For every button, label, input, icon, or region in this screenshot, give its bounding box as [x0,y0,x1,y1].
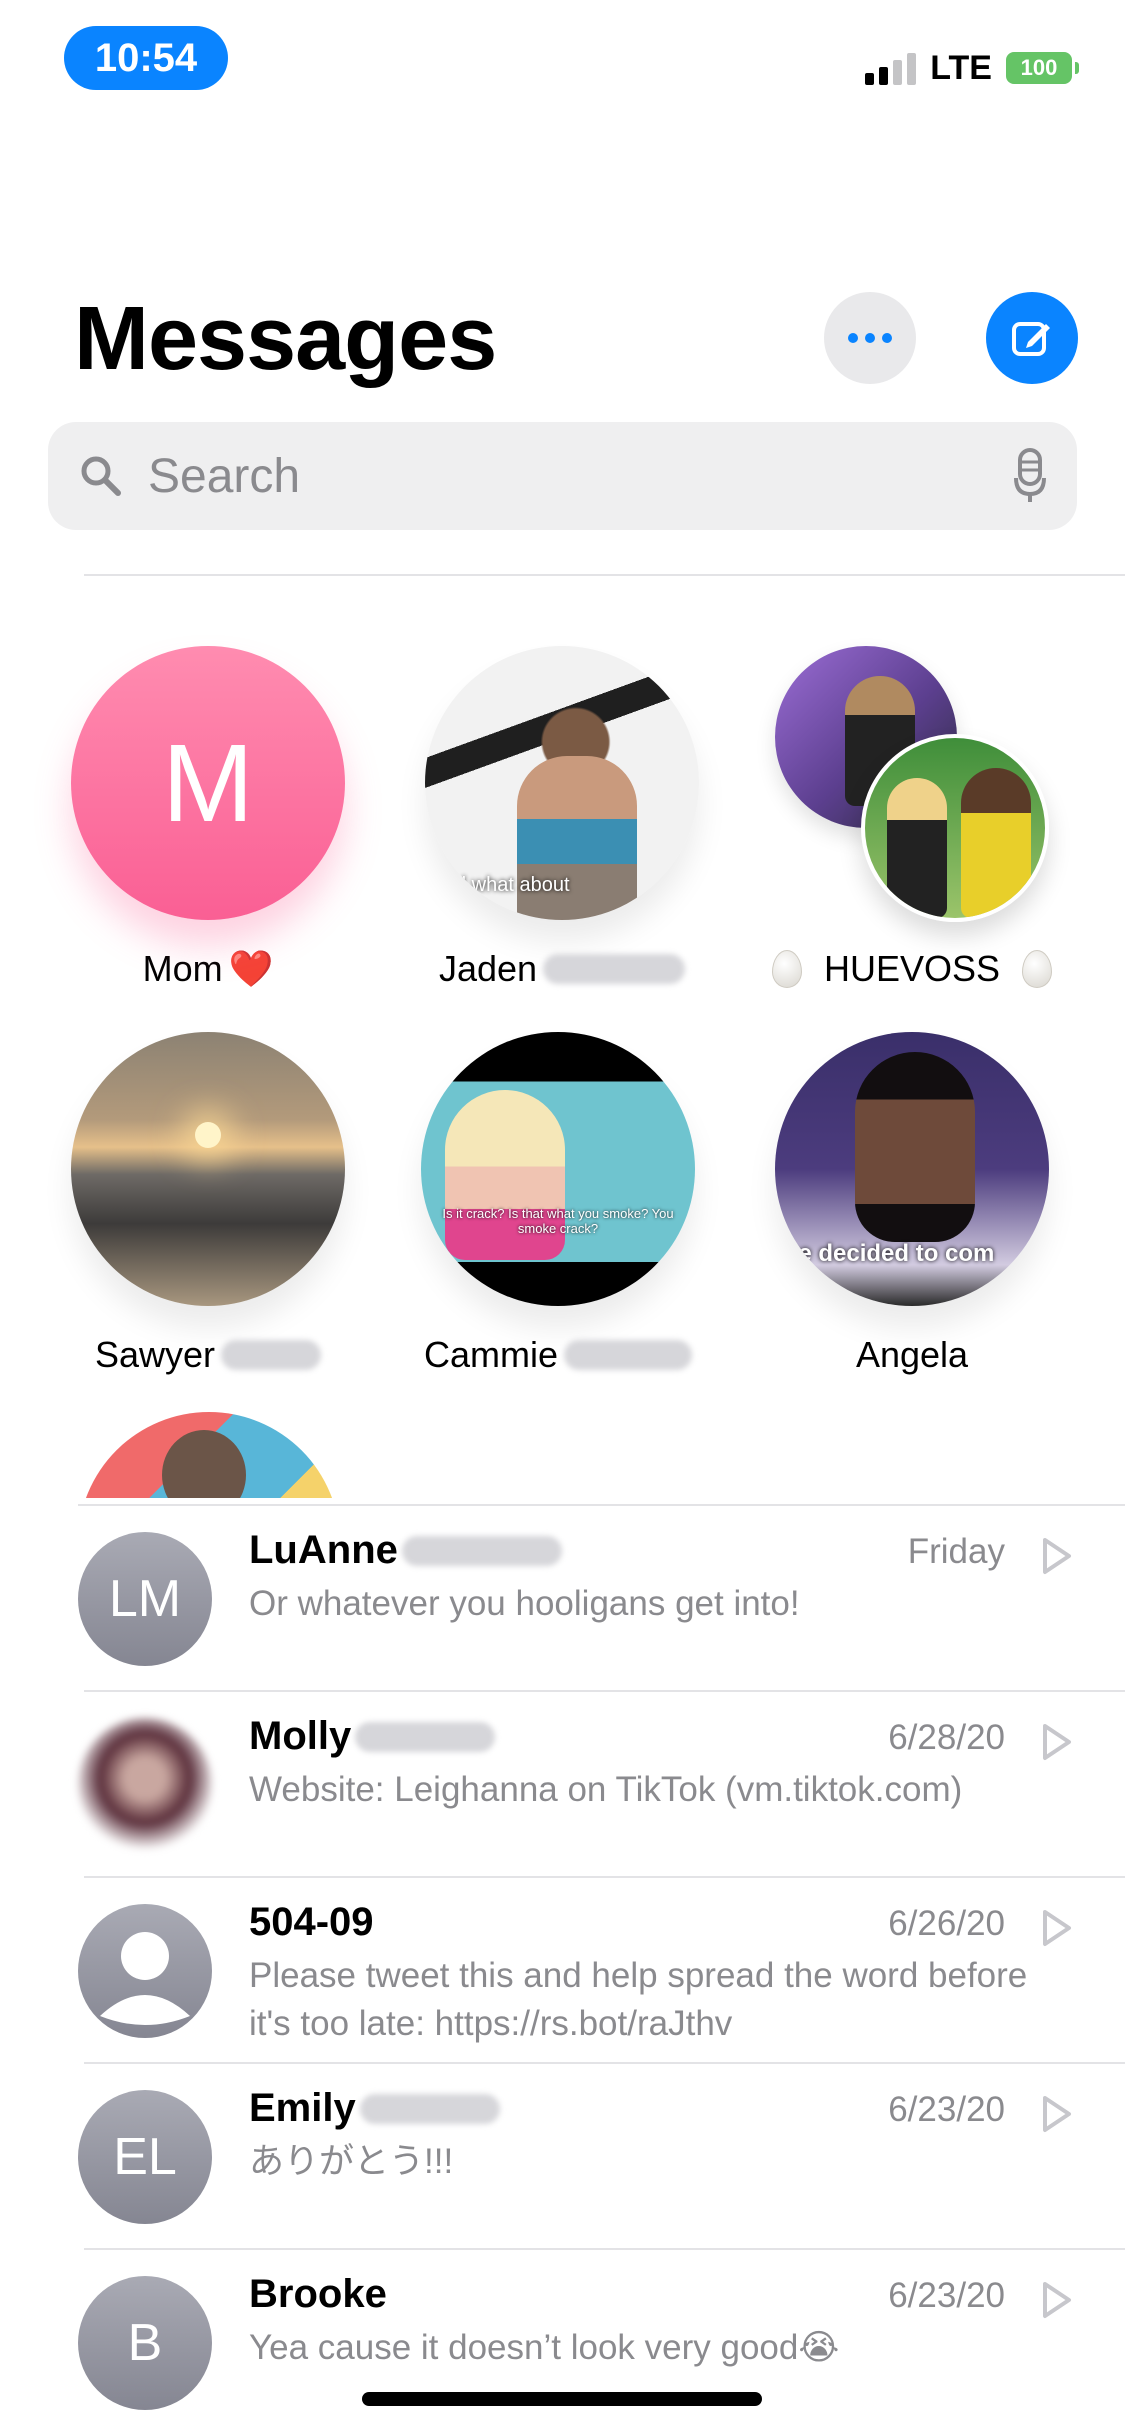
message-preview: Or whatever you hooligans get into! [249,1584,800,1623]
message-date: Friday [907,1532,1005,1571]
compose-button[interactable] [986,292,1078,384]
battery-level: 100 [1006,52,1072,84]
conversation-row-brooke[interactable]: B Brooke Yea cause it doesn’t look very … [0,2250,1125,2436]
message-preview: Website: Leighanna on TikTok (vm.tiktok.… [249,1770,963,1809]
avatar-caption: d what about [455,874,570,896]
status-indicators: LTE 100 [865,46,1079,90]
pinned-conversation-sawyer[interactable]: Sawyer [38,1032,378,1376]
chevron-right-icon [1043,1910,1071,1946]
message-preview: Please tweet this and help spread the wo… [249,1956,1028,2043]
ellipsis-icon [848,333,858,343]
avatar: EL [78,2090,212,2224]
network-label: LTE [930,48,992,87]
message-preview: Yea cause it doesn’t look very good😭 [249,2328,840,2367]
egg-emoji [771,950,802,988]
header-divider [84,574,1125,576]
redacted-surname [359,2093,500,2124]
sender-name: Molly [249,1714,352,1758]
pinned-name: Cammie [423,1334,558,1375]
signal-icon [865,51,917,85]
chevron-right-icon [1043,2282,1071,2318]
avatar [71,1032,345,1306]
conversation-row-molly[interactable]: Molly Website: Leighanna on TikTok (vm.t… [0,1692,1125,1878]
conversation-row-luanne[interactable]: LM LuAnne Or whatever you hooligans get … [0,1506,1125,1692]
pinned-conversation-partial[interactable] [78,1412,340,1498]
redacted-surname [401,1535,562,1566]
avatar-caption: ve decided to com [785,1240,995,1267]
pinned-conversation-cammie[interactable]: Is it crack? Is that what you smoke? You… [388,1032,728,1376]
group-avatar [775,646,1049,922]
avatar: Is it crack? Is that what you smoke? You… [421,1032,695,1306]
message-preview: ありがとう!!! [249,2142,454,2181]
pinned-name: Angela [855,1334,969,1375]
sender-name: LuAnne [249,1528,398,1572]
redacted-surname [564,1340,692,1370]
sender-name: 504-09 [249,1900,374,1944]
avatar: ve decided to com [775,1032,1049,1306]
pinned-conversation-angela[interactable]: ve decided to com Angela [742,1032,1082,1376]
redacted-surname [543,954,686,984]
avatar: M [71,646,345,920]
sender-name: Emily [249,2086,356,2130]
message-date: 6/26/20 [888,1904,1005,1943]
page-title: Messages [74,289,497,389]
pinned-name: HUEVOSS [823,948,1001,989]
person-icon [100,1932,190,2025]
chevron-right-icon [1043,1538,1071,1574]
message-date: 6/23/20 [888,2276,1005,2315]
pinned-name: Mom [142,948,223,989]
conversation-row-504-09[interactable]: 504-09 Please tweet this and help spread… [0,1878,1125,2064]
redacted-surname [221,1340,322,1370]
pinned-name: Sawyer [94,1334,216,1375]
egg-emoji [1022,950,1053,988]
search-placeholder: Search [148,449,301,503]
pinned-conversation-mom[interactable]: M Mom ❤️ [38,646,378,990]
chevron-right-icon [1043,1724,1071,1760]
home-indicator[interactable] [362,2392,762,2406]
compose-icon [1012,322,1050,356]
battery-icon: 100 [1006,52,1079,84]
pinned-conversation-huevoss[interactable]: HUEVOSS [742,646,1082,990]
avatar: B [78,2276,212,2410]
message-date: 6/28/20 [888,1718,1005,1757]
pinned-conversation-jaden[interactable]: d what about Jaden [392,646,732,990]
chevron-right-icon [1043,2096,1071,2132]
microphone-icon[interactable] [1013,448,1047,504]
sender-name: Brooke [249,2272,387,2316]
conversation-row-emily[interactable]: EL Emily ありがとう!!! 6/23/20 [0,2064,1125,2250]
avatar: LM [78,1532,212,1666]
pinned-name: Jaden [438,948,538,989]
message-date: 6/23/20 [888,2090,1005,2129]
magnifier-icon [81,456,121,496]
avatar [78,1718,212,1852]
more-options-button[interactable] [824,292,916,384]
avatar [78,1904,212,2038]
status-time: 10:54 [64,26,228,90]
avatar-caption: Is it crack? Is that what you smoke? You… [442,1206,674,1236]
avatar: d what about [425,646,699,920]
search-field[interactable]: Search [48,422,1077,530]
heart-emoji: ❤️ [228,948,274,989]
redacted-surname [355,1721,496,1752]
